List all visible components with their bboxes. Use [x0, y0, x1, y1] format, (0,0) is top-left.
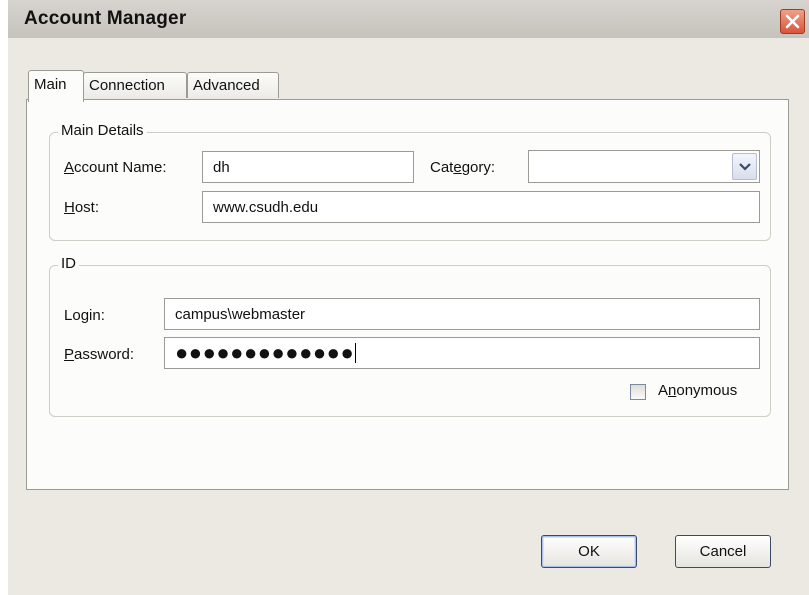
account-name-label: Account Name: — [64, 159, 167, 176]
window-title: Account Manager — [24, 8, 187, 29]
tab-advanced[interactable]: Advanced — [187, 72, 279, 98]
text-caret — [355, 343, 357, 363]
main-details-group: Main Details Account Name: dh Category: … — [49, 122, 771, 241]
login-field[interactable]: campus\webmaster — [164, 298, 760, 330]
category-select[interactable] — [528, 150, 760, 183]
login-label: Login: — [64, 307, 105, 324]
tab-panel-main: Main Details Account Name: dh Category: … — [26, 99, 789, 490]
main-details-legend: Main Details — [58, 122, 147, 139]
tab-connection[interactable]: Connection — [83, 72, 187, 98]
tab-connection-label: Connection — [89, 77, 165, 94]
tab-main[interactable]: Main — [28, 70, 84, 102]
anonymous-checkbox[interactable] — [630, 384, 646, 400]
anonymous-label[interactable]: Anonymous — [658, 382, 737, 399]
tab-advanced-label: Advanced — [193, 77, 260, 94]
account-manager-dialog: Account Manager Main Connection Advanced… — [0, 0, 809, 595]
password-label: Password: — [64, 346, 135, 363]
category-dropdown-button[interactable] — [732, 153, 757, 180]
host-label: Host: — [64, 199, 100, 216]
dialog-body: Main Connection Advanced Main Details Ac… — [8, 38, 809, 595]
id-legend: ID — [58, 255, 79, 272]
password-mask: ●●●●●●●●●●●●● — [175, 340, 355, 365]
category-label: Category: — [430, 159, 496, 176]
chevron-down-icon — [739, 163, 751, 171]
ok-button[interactable]: OK — [541, 535, 637, 568]
cancel-button[interactable]: Cancel — [675, 535, 771, 568]
title-bar[interactable]: Account Manager — [8, 0, 809, 39]
account-name-field[interactable]: dh — [202, 151, 414, 183]
close-button[interactable] — [780, 9, 805, 34]
close-icon — [785, 14, 800, 29]
id-group: ID Login: campus\webmaster Password: ●●●… — [49, 255, 771, 417]
host-field[interactable]: www.csudh.edu — [202, 191, 760, 223]
tab-main-label: Main — [34, 76, 67, 93]
password-field[interactable]: ●●●●●●●●●●●●● — [164, 337, 760, 369]
